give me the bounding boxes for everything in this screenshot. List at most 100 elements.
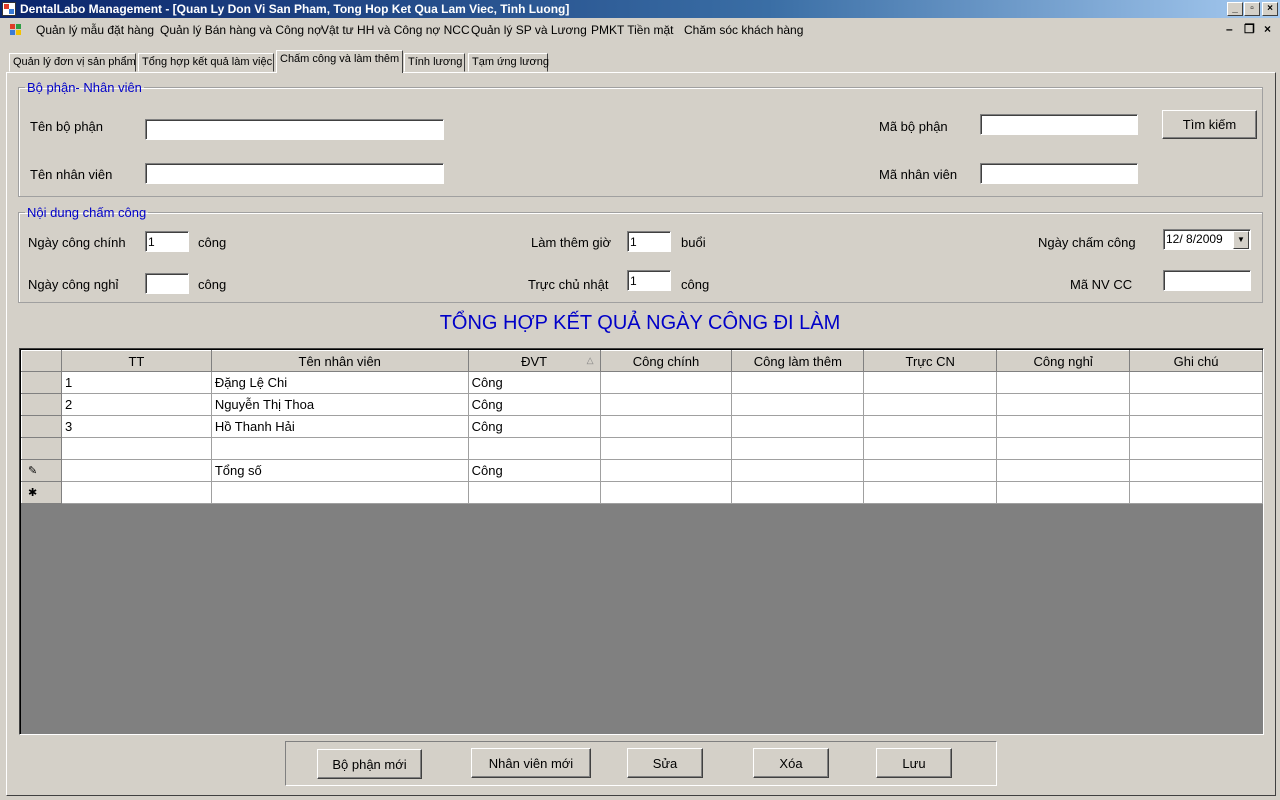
row-header[interactable] bbox=[21, 415, 62, 438]
table-cell[interactable] bbox=[1129, 459, 1263, 482]
table-cell[interactable] bbox=[60, 459, 212, 482]
tab-attendance-overtime[interactable]: Chấm công và làm thêm bbox=[276, 50, 403, 73]
table-cell[interactable] bbox=[599, 437, 733, 460]
table-row[interactable] bbox=[21, 437, 1263, 460]
table-cell[interactable] bbox=[731, 393, 865, 416]
table-cell[interactable] bbox=[1129, 415, 1263, 438]
dept-name-input[interactable] bbox=[145, 119, 444, 140]
menu-supplies-ncc[interactable]: Vật tư HH và Công nợ NCC bbox=[321, 23, 470, 37]
table-cell[interactable] bbox=[731, 415, 865, 438]
table-cell[interactable]: 1 bbox=[60, 371, 212, 394]
emp-name-input[interactable] bbox=[145, 163, 444, 184]
table-cell[interactable]: Nguyễn Thị Thoa bbox=[210, 393, 469, 416]
table-cell[interactable] bbox=[1129, 371, 1263, 394]
menu-cash-accounting[interactable]: PMKT Tiền mặt bbox=[591, 23, 673, 37]
table-cell[interactable] bbox=[996, 393, 1131, 416]
column-header[interactable]: Công nghỉ bbox=[996, 350, 1131, 372]
new-dept-button[interactable]: Bộ phận mới bbox=[317, 749, 422, 779]
table-cell[interactable]: Hồ Thanh Hải bbox=[210, 415, 469, 438]
table-cell[interactable]: Đặng Lệ Chi bbox=[210, 371, 469, 394]
column-header[interactable]: Tên nhân viên bbox=[210, 350, 469, 372]
emp-code-input[interactable] bbox=[980, 163, 1138, 184]
table-cell[interactable] bbox=[1129, 481, 1263, 504]
column-header[interactable]: Công chính bbox=[599, 350, 733, 372]
table-cell[interactable] bbox=[599, 371, 733, 394]
table-cell[interactable] bbox=[731, 371, 865, 394]
tab-work-summary[interactable]: Tổng hợp kết quả làm việc bbox=[138, 53, 274, 72]
column-header[interactable]: ĐVT △ bbox=[467, 350, 601, 372]
table-cell[interactable]: Công bbox=[467, 459, 601, 482]
table-row[interactable]: 2 Nguyễn Thị Thoa Công bbox=[21, 393, 1263, 416]
mdi-minimize-button[interactable]: – bbox=[1226, 22, 1233, 36]
table-cell[interactable] bbox=[863, 415, 998, 438]
table-cell[interactable] bbox=[731, 459, 865, 482]
table-cell[interactable] bbox=[1129, 437, 1263, 460]
column-header[interactable]: Trực CN bbox=[863, 350, 998, 372]
search-button[interactable]: Tìm kiếm bbox=[1162, 110, 1257, 139]
table-cell[interactable] bbox=[1129, 393, 1263, 416]
table-cell[interactable] bbox=[863, 481, 998, 504]
overtime-input[interactable] bbox=[627, 231, 671, 252]
menu-order-samples[interactable]: Quản lý mẫu đặt hàng bbox=[36, 23, 154, 37]
row-header[interactable] bbox=[21, 371, 62, 394]
table-cell[interactable] bbox=[599, 481, 733, 504]
table-cell[interactable] bbox=[731, 437, 865, 460]
edit-button[interactable]: Sửa bbox=[627, 748, 703, 778]
table-cell[interactable] bbox=[863, 437, 998, 460]
table-row[interactable]: 1 Đặng Lệ Chi Công bbox=[21, 371, 1263, 394]
table-cell[interactable] bbox=[863, 459, 998, 482]
tab-salary-advance[interactable]: Tạm ứng lương bbox=[468, 53, 549, 72]
table-cell[interactable] bbox=[60, 481, 212, 504]
table-cell[interactable] bbox=[210, 437, 469, 460]
attendance-date-picker[interactable]: 12/ 8/2009 ▼ bbox=[1163, 229, 1251, 250]
mdi-restore-button[interactable]: ❐ bbox=[1244, 22, 1255, 36]
table-row[interactable]: ✎ Tổng số Công bbox=[21, 459, 1263, 482]
table-cell[interactable] bbox=[599, 393, 733, 416]
row-header[interactable] bbox=[21, 437, 62, 460]
table-cell[interactable]: 2 bbox=[60, 393, 212, 416]
table-cell[interactable] bbox=[863, 371, 998, 394]
row-header[interactable]: ✎ bbox=[21, 459, 62, 482]
off-days-input[interactable] bbox=[145, 273, 189, 294]
table-row[interactable]: ✱ bbox=[21, 481, 1263, 504]
new-employee-button[interactable]: Nhân viên mới bbox=[471, 748, 591, 778]
chevron-down-icon[interactable]: ▼ bbox=[1233, 231, 1249, 249]
save-button[interactable]: Lưu bbox=[876, 748, 952, 778]
menu-sales-debts[interactable]: Quản lý Bán hàng và Công nợ bbox=[160, 23, 322, 37]
table-cell[interactable] bbox=[210, 481, 469, 504]
close-button[interactable]: × bbox=[1262, 2, 1278, 16]
table-cell[interactable]: 3 bbox=[60, 415, 212, 438]
minimize-button[interactable]: _ bbox=[1227, 2, 1243, 16]
table-cell[interactable]: Tổng số bbox=[210, 459, 469, 482]
table-cell[interactable] bbox=[996, 459, 1131, 482]
tab-product-units[interactable]: Quản lý đơn vị sản phẩm bbox=[9, 53, 136, 72]
delete-button[interactable]: Xóa bbox=[753, 748, 829, 778]
maximize-button[interactable]: ▫ bbox=[1244, 2, 1260, 16]
table-cell[interactable]: Công bbox=[467, 371, 601, 394]
row-header[interactable]: ✱ bbox=[21, 481, 62, 504]
table-cell[interactable] bbox=[996, 415, 1131, 438]
table-cell[interactable] bbox=[599, 459, 733, 482]
table-row[interactable]: 3 Hồ Thanh Hải Công bbox=[21, 415, 1263, 438]
table-cell[interactable] bbox=[467, 437, 601, 460]
child-window-icon[interactable] bbox=[10, 24, 22, 36]
mdi-close-button[interactable]: × bbox=[1264, 22, 1271, 36]
table-cell[interactable] bbox=[863, 393, 998, 416]
table-cell[interactable]: Công bbox=[467, 415, 601, 438]
table-cell[interactable] bbox=[467, 481, 601, 504]
column-header[interactable]: TT bbox=[60, 350, 212, 372]
dept-code-input[interactable] bbox=[980, 114, 1138, 135]
main-days-input[interactable] bbox=[145, 231, 189, 252]
table-cell[interactable] bbox=[731, 481, 865, 504]
table-cell[interactable] bbox=[599, 415, 733, 438]
sunday-duty-input[interactable] bbox=[627, 270, 671, 291]
table-cell[interactable] bbox=[996, 481, 1131, 504]
table-cell[interactable] bbox=[60, 437, 212, 460]
row-header[interactable] bbox=[21, 393, 62, 416]
table-cell[interactable]: Công bbox=[467, 393, 601, 416]
menu-products-salary[interactable]: Quản lý SP và Lương bbox=[471, 23, 587, 37]
nvcc-code-input[interactable] bbox=[1163, 270, 1251, 291]
menu-customer-care[interactable]: Chăm sóc khách hàng bbox=[684, 23, 803, 37]
tab-salary-calc[interactable]: Tính lương bbox=[404, 53, 465, 72]
attendance-grid[interactable]: TT Tên nhân viên ĐVT △ Công chính Công là… bbox=[19, 348, 1264, 735]
